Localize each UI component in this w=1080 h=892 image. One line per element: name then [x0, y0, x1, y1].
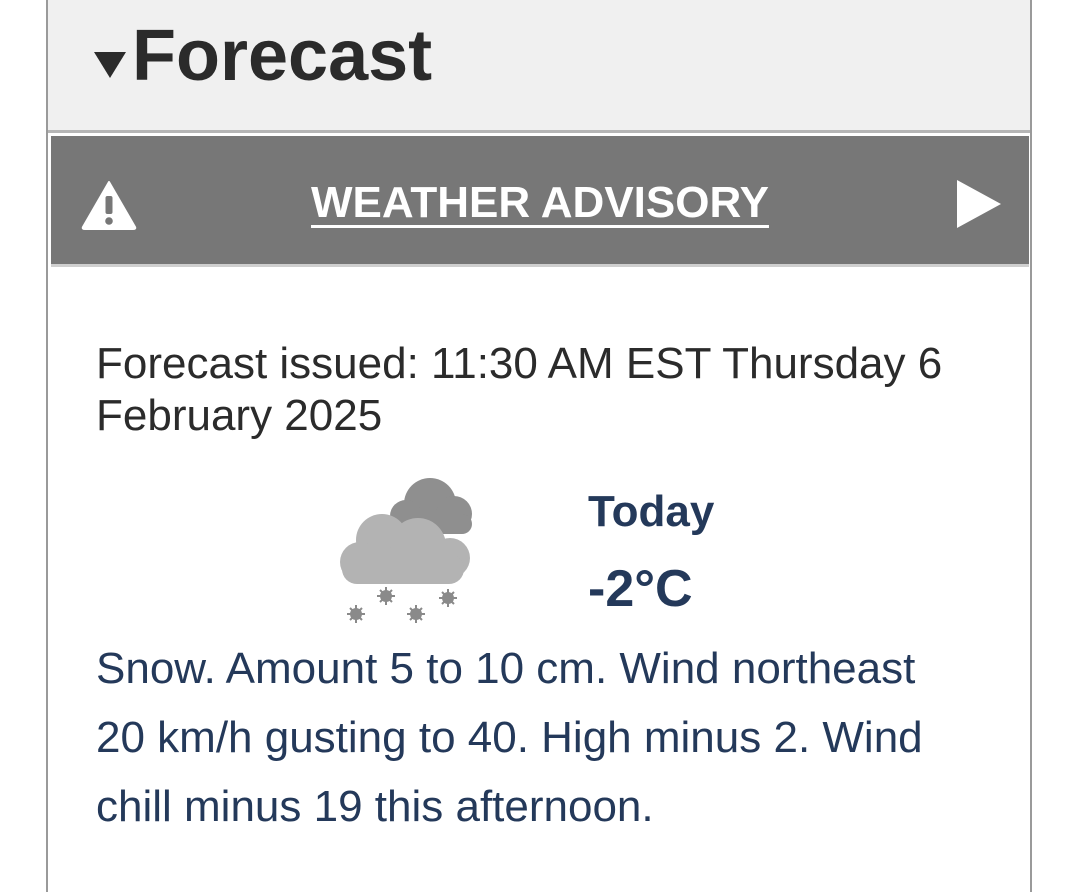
weather-advisory-banner[interactable]: WEATHER ADVISORY	[51, 136, 1029, 267]
forecast-period: Today	[588, 487, 715, 536]
weather-advisory-link[interactable]: WEATHER ADVISORY	[51, 178, 1029, 228]
forecast-issued-text: Forecast issued: 11:30 AM EST Thursday 6…	[96, 339, 943, 440]
forecast-summary: Snow. Amount 5 to 10 cm. Wind northeast …	[96, 644, 923, 831]
caret-down-icon[interactable]	[94, 52, 126, 78]
forecast-panel: Forecast WEATHER ADVISORY Forecast issue…	[46, 0, 1032, 892]
forecast-temperature: -2°C	[588, 560, 693, 618]
forecast-section-header[interactable]: Forecast	[48, 0, 1030, 133]
section-title: Forecast	[132, 16, 433, 96]
play-arrow-icon[interactable]	[957, 180, 1001, 228]
snow-cloud-icon	[340, 478, 472, 623]
